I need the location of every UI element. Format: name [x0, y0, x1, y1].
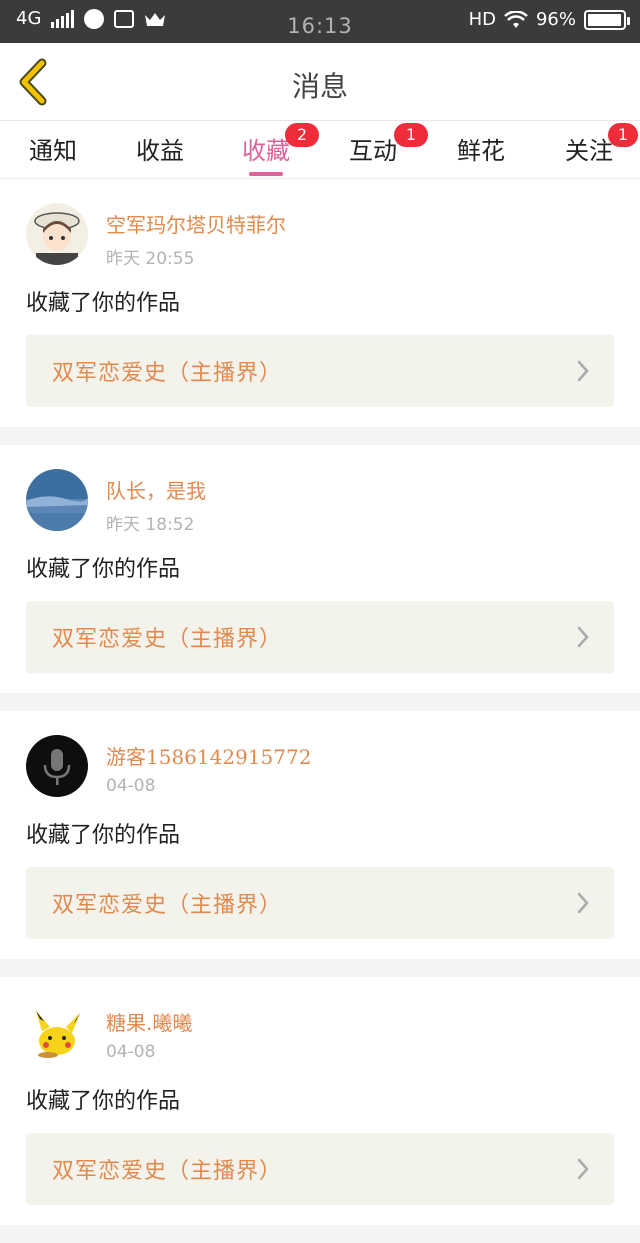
- work-link[interactable]: 双军恋爱史（主播界）: [26, 335, 614, 407]
- tab-label: 鲜花: [457, 137, 505, 165]
- tab-earnings[interactable]: 收益: [115, 131, 205, 166]
- avatar[interactable]: [26, 735, 88, 797]
- work-link[interactable]: 双军恋爱史（主播界）: [26, 601, 614, 673]
- avatar[interactable]: [26, 1001, 88, 1063]
- page-title: 消息: [291, 70, 348, 103]
- username[interactable]: 队长，是我: [106, 475, 206, 504]
- list-item[interactable]: 队长，是我 昨天 18:52 收藏了你的作品 双军恋爱史（主播界）: [0, 445, 640, 693]
- battery-percent: 96%: [535, 9, 576, 30]
- username[interactable]: 游客1586142915772: [106, 741, 311, 770]
- follows-badge: 1: [608, 123, 638, 147]
- timestamp: 04-08: [106, 776, 156, 796]
- work-link[interactable]: 双军恋爱史（主播界）: [26, 1133, 614, 1205]
- wifi-icon: [504, 10, 528, 28]
- timestamp: 昨天 20:55: [106, 249, 195, 269]
- tab-label: 通知: [29, 137, 77, 165]
- list-item[interactable]: 糖果.曦曦 04-08 收藏了你的作品 双军恋爱史（主播界）: [0, 977, 640, 1225]
- tab-label: 收益: [136, 137, 184, 165]
- list-item[interactable]: 游客1586142915772 04-08 收藏了你的作品 双军恋爱史（主播界）: [0, 711, 640, 959]
- work-title: 双军恋爱史（主播界）: [52, 893, 283, 918]
- work-link[interactable]: 双军恋爱史（主播界）: [26, 867, 614, 939]
- tab-bar: 通知 收益 收藏 2 互动 1 鲜花 关注 1: [0, 121, 640, 179]
- username[interactable]: 糖果.曦曦: [106, 1007, 192, 1036]
- action-text: 收藏了你的作品: [26, 291, 181, 316]
- chevron-right-icon: [577, 360, 589, 382]
- timestamp: 04-08: [106, 1042, 156, 1062]
- favorites-badge: 2: [285, 123, 319, 147]
- chevron-right-icon: [577, 626, 589, 648]
- status-bar: 4G 16:13 HD 96%: [0, 0, 640, 43]
- pikachu-avatar-icon: [26, 1001, 88, 1063]
- battery-icon: [584, 9, 630, 30]
- avatar[interactable]: [26, 203, 88, 265]
- tab-flowers[interactable]: 鲜花: [436, 131, 526, 166]
- anime-avatar-icon: [26, 203, 88, 265]
- work-title: 双军恋爱史（主播界）: [52, 361, 283, 386]
- chevron-right-icon: [577, 892, 589, 914]
- hd-label: HD: [468, 9, 496, 30]
- username[interactable]: 空军玛尔塔贝特菲尔: [106, 209, 286, 238]
- microphone-avatar-icon: [26, 735, 88, 797]
- timestamp: 昨天 18:52: [106, 515, 195, 535]
- tab-label: 收藏: [242, 137, 290, 165]
- landscape-avatar-icon: [26, 469, 88, 531]
- active-tab-indicator: [249, 172, 283, 176]
- tab-label: 关注: [565, 137, 613, 165]
- status-right: HD 96%: [468, 9, 630, 30]
- header: 消息: [0, 43, 640, 121]
- action-text: 收藏了你的作品: [26, 1089, 181, 1114]
- tab-favorites[interactable]: 收藏 2: [221, 123, 319, 176]
- message-list: 空军玛尔塔贝特菲尔 昨天 20:55 收藏了你的作品 双军恋爱史（主播界） 队长…: [0, 179, 640, 1243]
- list-item[interactable]: 空军玛尔塔贝特菲尔 昨天 20:55 收藏了你的作品 双军恋爱史（主播界）: [0, 179, 640, 427]
- avatar[interactable]: [26, 469, 88, 531]
- tab-notifications[interactable]: 通知: [8, 131, 98, 166]
- action-text: 收藏了你的作品: [26, 823, 181, 848]
- tab-follows[interactable]: 关注 1: [544, 123, 638, 166]
- tab-label: 互动: [349, 137, 397, 165]
- action-text: 收藏了你的作品: [26, 557, 181, 582]
- chevron-right-icon: [577, 1158, 589, 1180]
- work-title: 双军恋爱史（主播界）: [52, 627, 283, 652]
- work-title: 双军恋爱史（主播界）: [52, 1159, 283, 1184]
- tab-interactions[interactable]: 互动 1: [328, 123, 428, 166]
- interactions-badge: 1: [394, 123, 428, 147]
